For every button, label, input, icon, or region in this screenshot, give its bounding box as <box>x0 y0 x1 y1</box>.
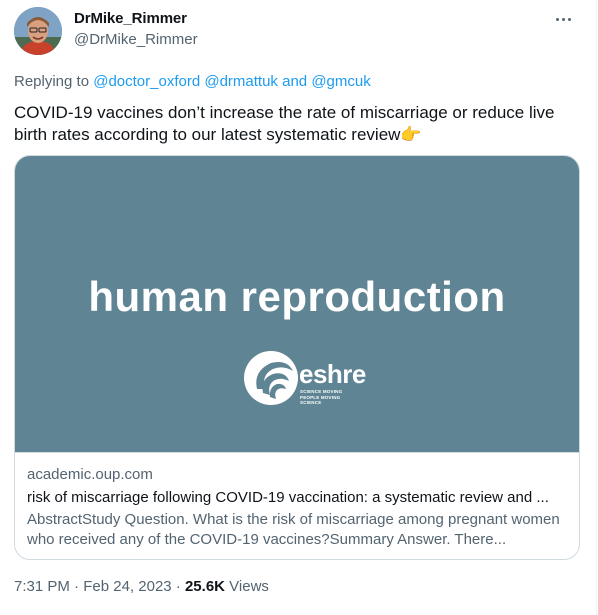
replying-to-label: Replying to <box>14 73 90 90</box>
mention-link[interactable]: @doctor_oxford <box>93 73 200 90</box>
card-image-title: human reproduction <box>88 273 506 320</box>
eshre-logo-tagline: SCIENCE MOVING PEOPLE MOVING SCIENCE <box>300 389 343 405</box>
author-name[interactable]: DrMike_Rimmer <box>74 10 187 27</box>
mention-link[interactable]: and <box>282 73 307 90</box>
tweet-time[interactable]: 7:31 PM <box>14 578 70 595</box>
meta-separator: · <box>69 578 84 595</box>
meta-separator: · <box>171 578 185 595</box>
views-count[interactable]: 25.6K <box>185 578 225 595</box>
card-title[interactable]: risk of miscarriage following COVID-19 v… <box>27 489 567 506</box>
tweet-date[interactable]: Feb 24, 2023 <box>83 578 171 595</box>
card-image[interactable]: human reproduction eshre SCIENCE MOVING … <box>15 156 579 452</box>
tweet-meta: 7:31 PM · Feb 24, 2023 · 25.6K Views <box>14 578 269 595</box>
eshre-logo: eshre SCIENCE MOVING PEOPLE MOVING SCIEN… <box>243 349 366 411</box>
views-label: Views <box>225 578 269 595</box>
more-options-icon[interactable] <box>552 9 574 29</box>
author-handle[interactable]: @DrMike_Rimmer <box>74 31 198 48</box>
mention-link[interactable]: @gmcuk <box>311 73 370 90</box>
link-card[interactable]: human reproduction eshre SCIENCE MOVING … <box>14 155 580 560</box>
replying-to: Replying to @doctor_oxford @drmattuk and… <box>14 73 371 90</box>
card-description[interactable]: AbstractStudy Question. What is the risk… <box>27 510 569 550</box>
avatar[interactable] <box>14 7 62 55</box>
tweet-text: COVID-19 vaccines don’t increase the rat… <box>14 103 555 144</box>
mention-link[interactable]: @drmattuk <box>204 73 278 90</box>
card-domain[interactable]: academic.oup.com <box>27 466 153 483</box>
tweet-detail: DrMike_Rimmer @DrMike_Rimmer Replying to… <box>0 0 597 615</box>
card-divider <box>15 452 579 453</box>
eshre-logo-word: eshre <box>299 359 366 389</box>
